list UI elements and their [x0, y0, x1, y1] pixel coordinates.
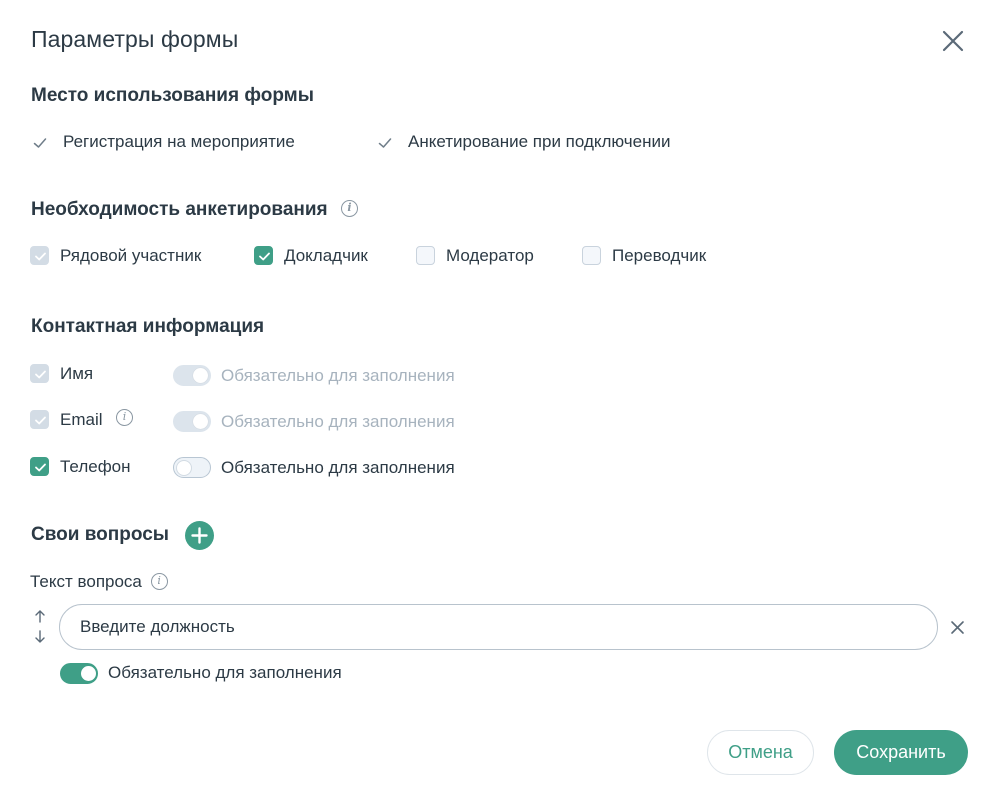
required-toggle-phone[interactable]: [173, 457, 211, 478]
add-question-button[interactable]: [185, 521, 214, 550]
role-checkbox-moderator[interactable]: [416, 246, 435, 265]
usage-section-title: Место использования формы: [31, 85, 314, 106]
question-text-label: Текст вопроса i: [30, 572, 168, 592]
role-label-speaker: Докладчик: [284, 246, 368, 265]
required-label-email: Обязательно для заполнения: [221, 412, 455, 431]
info-icon[interactable]: i: [116, 409, 133, 426]
role-label-translator: Переводчик: [612, 246, 707, 265]
check-icon: [35, 463, 46, 472]
reorder-arrows-icon[interactable]: [32, 609, 48, 645]
plus-icon: [191, 527, 208, 544]
check-icon: [33, 138, 47, 148]
close-icon: [942, 30, 964, 52]
contact-label-phone: Телефон: [60, 457, 131, 476]
contact-checkbox-email: [30, 410, 49, 429]
survey-section-title: Необходимость анкетирования i: [31, 199, 358, 221]
usage-item-registration: Регистрация на мероприятие: [63, 132, 295, 151]
save-button[interactable]: Сохранить: [834, 730, 968, 775]
custom-questions-section-title: Свои вопросы: [31, 524, 169, 545]
check-icon: [35, 416, 46, 425]
contact-checkbox-phone[interactable]: [30, 457, 49, 476]
contacts-section-title: Контактная информация: [31, 316, 265, 337]
check-icon: [259, 252, 270, 261]
question-required-toggle[interactable]: [60, 663, 98, 684]
required-label-phone: Обязательно для заполнения: [221, 458, 455, 477]
role-checkbox-translator[interactable]: [582, 246, 601, 265]
check-icon: [378, 138, 392, 148]
contact-checkbox-name: [30, 364, 49, 383]
contact-label-email: Email: [60, 410, 103, 429]
usage-item-connection-survey: Анкетирование при подключении: [408, 132, 671, 151]
form-settings-dialog: Параметры формы Место использования форм…: [0, 0, 998, 805]
contact-label-name: Имя: [60, 364, 94, 383]
question-text-label-text: Текст вопроса: [30, 572, 142, 591]
question-text-input[interactable]: [59, 604, 938, 650]
question-required-label: Обязательно для заполнения: [108, 663, 342, 682]
cancel-button[interactable]: Отмена: [707, 730, 814, 775]
required-label-name: Обязательно для заполнения: [221, 366, 455, 385]
check-icon: [35, 252, 46, 261]
required-toggle-email: [173, 411, 211, 432]
role-checkbox-regular: [30, 246, 49, 265]
dialog-title: Параметры формы: [31, 26, 239, 52]
role-label-moderator: Модератор: [446, 246, 534, 265]
info-icon[interactable]: i: [150, 572, 168, 590]
info-icon[interactable]: i: [340, 199, 358, 217]
remove-question-icon[interactable]: [950, 620, 965, 635]
role-label-regular: Рядовой участник: [60, 246, 202, 265]
close-button[interactable]: [940, 28, 966, 54]
required-toggle-name: [173, 365, 211, 386]
check-icon: [35, 370, 46, 379]
role-checkbox-speaker[interactable]: [254, 246, 273, 265]
survey-section-label: Необходимость анкетирования: [31, 199, 328, 220]
